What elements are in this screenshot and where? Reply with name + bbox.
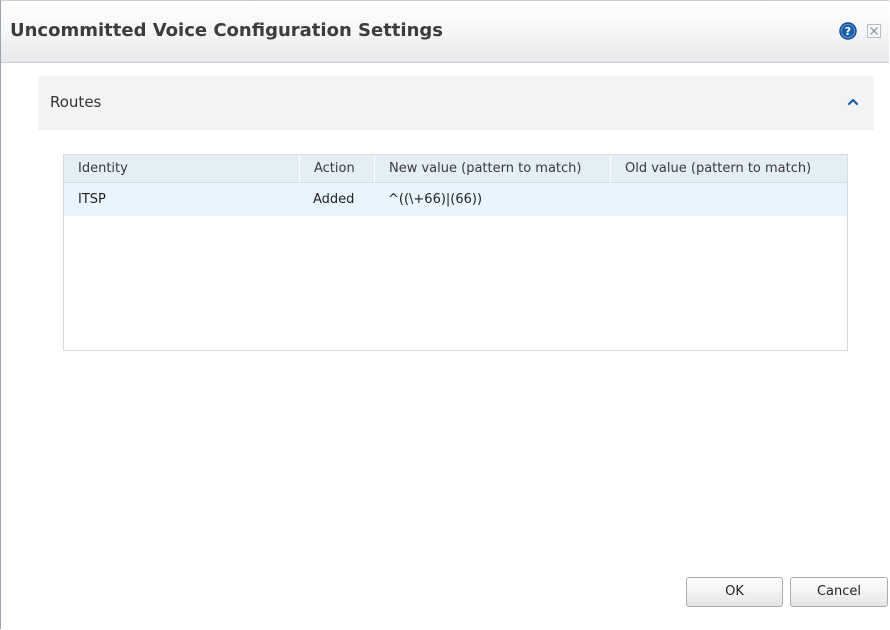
cell-new-value: ^((\+66)|(66)) [388,192,483,207]
ok-button[interactable]: OK [686,577,783,607]
routes-section-header[interactable]: Routes [38,76,874,130]
section-title: Routes [50,93,102,111]
cell-identity: ITSP [78,192,106,207]
column-header-new-value[interactable]: New value (pattern to match) [374,155,610,182]
cell-action: Added [313,192,355,207]
help-icon[interactable]: ? [839,22,857,40]
dialog-title: Uncommitted Voice Configuration Settings [10,20,443,41]
column-header-identity[interactable]: Identity [64,155,299,182]
cancel-button[interactable]: Cancel [790,577,888,607]
voice-config-dialog: Uncommitted Voice Configuration Settings… [0,0,889,629]
cell-old-value [610,183,847,216]
grid-header: Identity Action New value (pattern to ma… [64,155,847,183]
column-header-action[interactable]: Action [299,155,374,182]
dialog-titlebar: Uncommitted Voice Configuration Settings… [1,1,889,63]
column-header-old-value[interactable]: Old value (pattern to match) [610,155,847,182]
routes-grid: Identity Action New value (pattern to ma… [63,154,848,351]
close-icon[interactable] [867,24,881,38]
table-row[interactable]: ITSP Added ^((\+66)|(66)) [64,183,847,216]
svg-text:?: ? [845,25,851,38]
chevron-up-icon[interactable] [846,96,860,108]
